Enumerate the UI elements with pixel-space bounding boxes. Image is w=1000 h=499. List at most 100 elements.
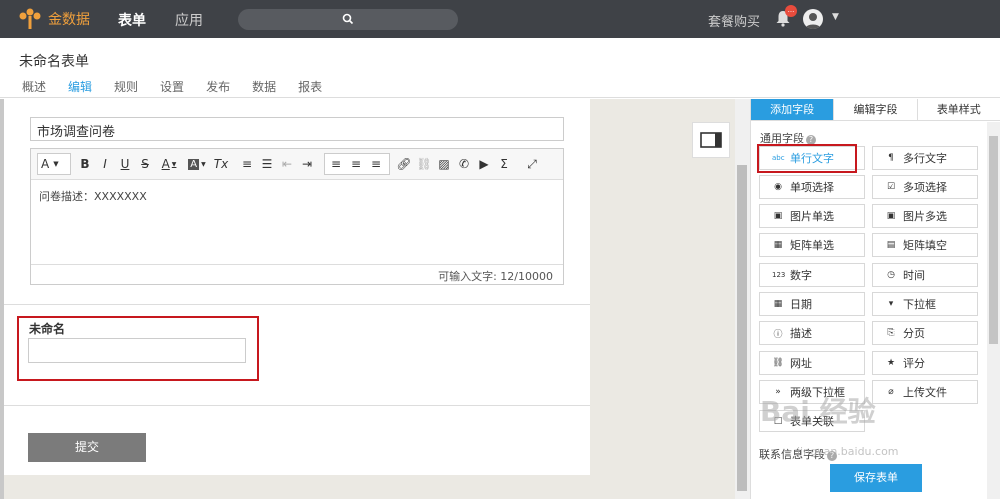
strikethrough-button[interactable]: S xyxy=(136,154,154,174)
link-icon[interactable]: 🔗︎ xyxy=(395,154,413,174)
background-color-button[interactable]: A ▼ xyxy=(184,154,210,174)
checkbox-icon: ☑ xyxy=(886,182,896,192)
field-label: 分页 xyxy=(903,327,925,340)
field-label: 评分 xyxy=(903,357,925,370)
font-color-label: A xyxy=(161,157,170,171)
field-label: 单项选择 xyxy=(790,181,834,194)
form-preview: 市场调查问卷 A ▼ B I U S A ▼ A ▼ Tx ≡ ☰ ⇤ ⇥ ≡ ≡ … xyxy=(4,99,590,475)
align-left-icon[interactable]: ≡ xyxy=(327,154,345,174)
tab-edit-field[interactable]: 编辑字段 xyxy=(834,99,918,120)
font-size-dropdown[interactable]: A ▼ xyxy=(37,153,71,175)
field-label: 描述 xyxy=(790,327,812,340)
avatar[interactable] xyxy=(803,9,823,29)
nav-forms[interactable]: 表单 xyxy=(118,10,146,30)
search-icon xyxy=(342,13,354,25)
indent-icon[interactable]: ⇥ xyxy=(298,154,316,174)
field-label: 矩阵填空 xyxy=(903,239,947,252)
rich-text-toolbar: A ▼ B I U S A ▼ A ▼ Tx ≡ ☰ ⇤ ⇥ ≡ ≡ ≡ 🔗︎ ⛓ … xyxy=(31,149,563,180)
dropdown-icon: ▾ xyxy=(888,299,894,309)
tab-form-style[interactable]: 表单样式 xyxy=(918,99,1000,120)
field-multi-choice[interactable]: ☑ 多项选择 xyxy=(872,175,978,199)
save-form-button[interactable]: 保存表单 xyxy=(830,464,922,492)
ordered-list-icon[interactable]: ≡ xyxy=(238,154,256,174)
field-page-break[interactable]: ⎘ 分页 xyxy=(872,321,978,345)
field-label: 图片单选 xyxy=(790,210,834,223)
highlight-box xyxy=(757,144,857,173)
search-input[interactable] xyxy=(238,9,458,30)
matrix-fill-icon: ▤ xyxy=(886,240,896,250)
top-navigation-bar: 金数据 表单 应用 套餐购买 ... ▼ xyxy=(0,0,1000,38)
clock-icon: ◷ xyxy=(887,270,895,280)
field-label: 网址 xyxy=(790,357,812,370)
field-label: 多行文字 xyxy=(903,152,947,165)
nav-apps[interactable]: 应用 xyxy=(175,10,203,30)
paragraph-icon: ¶ xyxy=(888,153,894,163)
logo-icon xyxy=(19,8,41,29)
matrix-icon: ▦ xyxy=(773,240,783,250)
formula-icon[interactable]: Σ xyxy=(495,154,513,174)
field-file-upload[interactable]: ⌀ 上传文件 xyxy=(872,380,978,404)
brand-logo[interactable]: 金数据 xyxy=(18,8,90,30)
field-label: 日期 xyxy=(790,298,812,311)
form-title-input[interactable]: 市场调查问卷 xyxy=(30,117,564,141)
field-number[interactable]: 123 数字 xyxy=(759,263,865,287)
outdent-icon[interactable]: ⇤ xyxy=(278,154,296,174)
field-label: 数字 xyxy=(790,269,812,282)
unordered-list-icon[interactable]: ☰ xyxy=(258,154,276,174)
field-description[interactable]: ⓘ 描述 xyxy=(759,321,865,345)
field-label: 矩阵单选 xyxy=(790,239,834,252)
align-group: ≡ ≡ ≡ xyxy=(324,153,390,175)
panel-scroll-thumb[interactable] xyxy=(989,136,998,344)
underline-button[interactable]: U xyxy=(116,154,134,174)
char-counter: 可输入文字: 12/10000 xyxy=(31,264,563,284)
form-subheader: 未命名表单 概述 编辑 规则 设置 发布 数据 报表 xyxy=(0,38,1000,102)
field-url[interactable]: ⛓ 网址 xyxy=(759,351,865,375)
image-radio-icon: ▣ xyxy=(773,211,783,221)
user-avatar-icon xyxy=(805,13,821,29)
preview-toggle-button[interactable] xyxy=(692,122,730,158)
field-single-choice[interactable]: ◉ 单项选择 xyxy=(759,175,865,199)
bold-button[interactable]: B xyxy=(76,154,94,174)
field-image-multi[interactable]: ▣ 图片多选 xyxy=(872,204,978,228)
calendar-icon: ▦ xyxy=(773,299,783,309)
submit-button[interactable]: 提交 xyxy=(28,433,146,462)
fullscreen-icon[interactable]: ⤢ xyxy=(523,154,541,174)
description-editor[interactable]: A ▼ B I U S A ▼ A ▼ Tx ≡ ☰ ⇤ ⇥ ≡ ≡ ≡ 🔗︎ ⛓ … xyxy=(30,148,564,285)
chevron-down-icon[interactable]: ▼ xyxy=(832,12,839,22)
font-color-button[interactable]: A ▼ xyxy=(156,154,182,174)
brand-name: 金数据 xyxy=(48,12,90,28)
description-text[interactable]: 问卷描述：XXXXXXX xyxy=(31,180,563,264)
panel-tabs: 添加字段 编辑字段 表单样式 xyxy=(751,99,1000,121)
field-date[interactable]: ▦ 日期 xyxy=(759,292,865,316)
unlink-icon[interactable]: ⛓ xyxy=(415,154,433,174)
image-checkbox-icon: ▣ xyxy=(886,211,896,221)
phone-icon[interactable]: ✆ xyxy=(455,154,473,174)
image-icon[interactable]: ▨ xyxy=(435,154,453,174)
video-icon[interactable]: ▶ xyxy=(475,154,493,174)
field-matrix-single[interactable]: ▦ 矩阵单选 xyxy=(759,233,865,257)
field-matrix-fill[interactable]: ▤ 矩阵填空 xyxy=(872,233,978,257)
field-label: 下拉框 xyxy=(903,298,936,311)
field-rating[interactable]: ★ 评分 xyxy=(872,351,978,375)
clear-format-button[interactable]: Tx xyxy=(212,154,230,174)
field-time[interactable]: ◷ 时间 xyxy=(872,263,978,287)
align-center-icon[interactable]: ≡ xyxy=(347,154,365,174)
link-icon: ⛓ xyxy=(772,358,784,368)
package-purchase-link[interactable]: 套餐购买 xyxy=(708,11,760,30)
watermark-url: jingyan.baidu.com xyxy=(797,445,899,458)
field-image-single[interactable]: ▣ 图片单选 xyxy=(759,204,865,228)
field-dropdown[interactable]: ▾ 下拉框 xyxy=(872,292,978,316)
field-multi-line-text[interactable]: ¶ 多行文字 xyxy=(872,146,978,170)
italic-button[interactable]: I xyxy=(96,154,114,174)
notification-badge: ... xyxy=(785,5,797,17)
tab-add-field[interactable]: 添加字段 xyxy=(751,99,835,120)
highlight-box xyxy=(17,316,259,381)
align-right-icon[interactable]: ≡ xyxy=(367,154,385,174)
field-label: 图片多选 xyxy=(903,210,947,223)
canvas-scroll-thumb[interactable] xyxy=(737,165,747,491)
page-title: 未命名表单 xyxy=(19,54,89,70)
number-icon: 123 xyxy=(772,271,786,279)
divider xyxy=(4,405,590,406)
radio-icon: ◉ xyxy=(774,182,782,192)
field-label: 上传文件 xyxy=(903,386,947,399)
